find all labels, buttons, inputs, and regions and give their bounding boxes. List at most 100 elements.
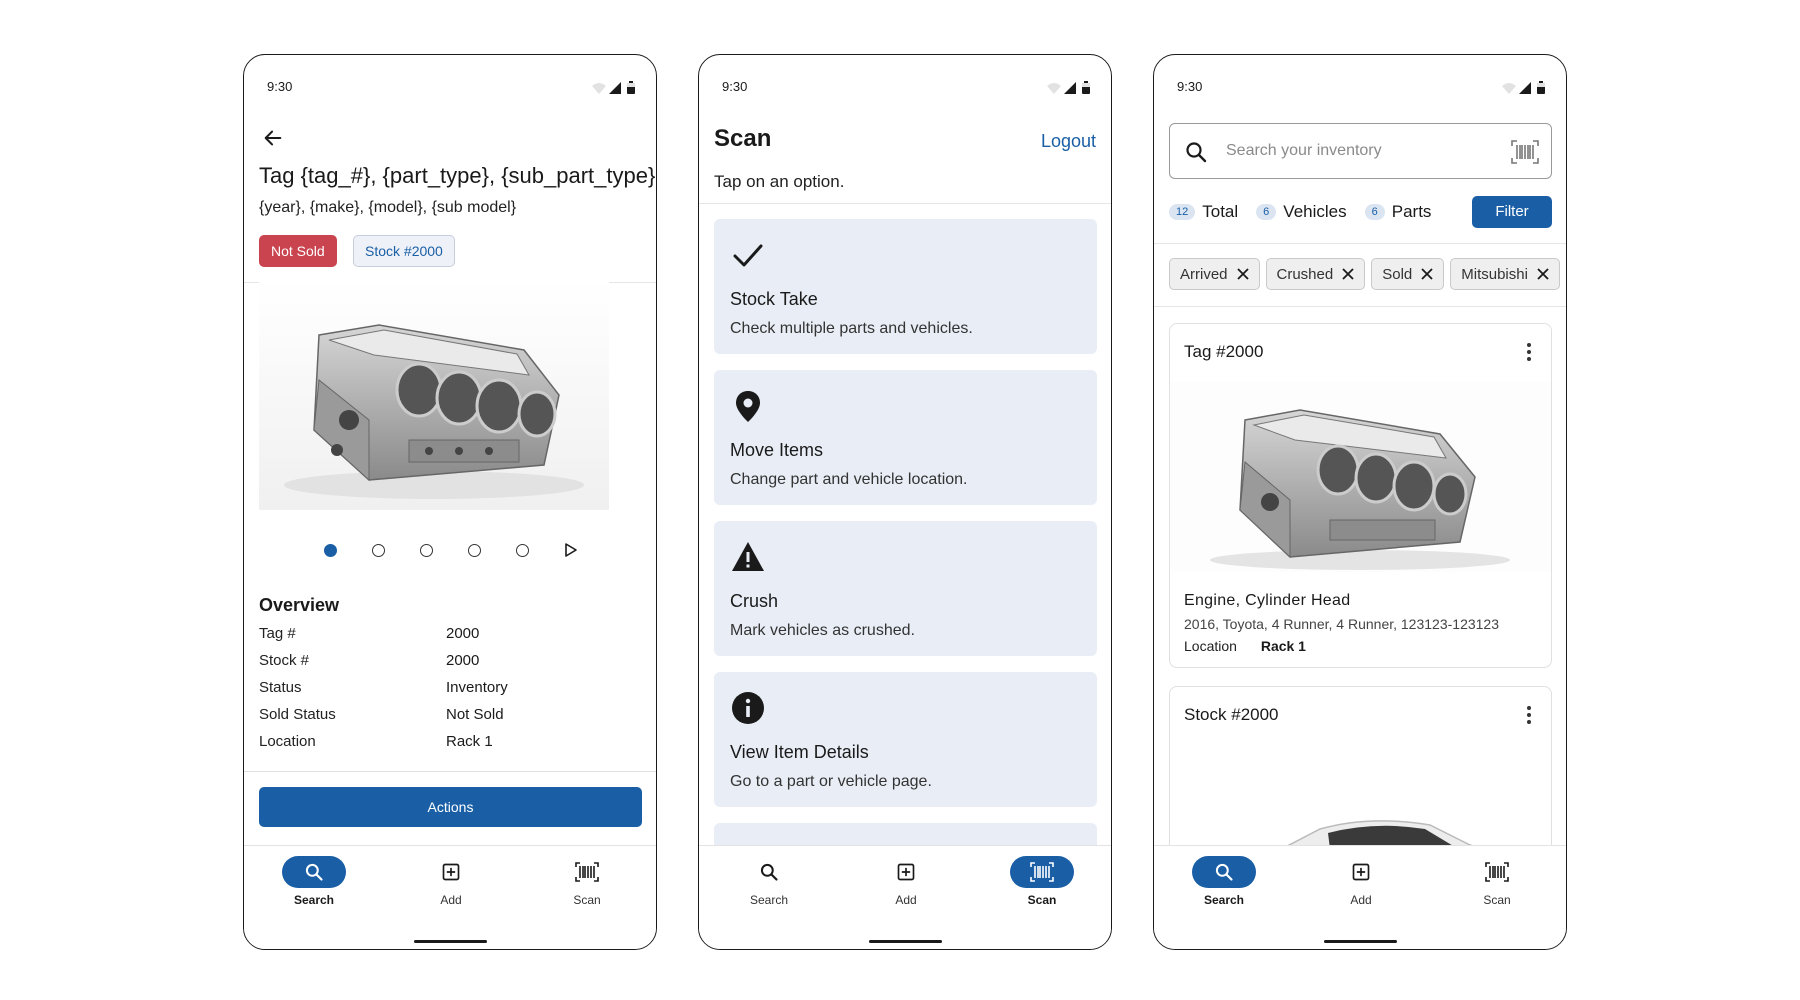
card-vehicle-meta: 2016, Toyota, 4 Runner, 4 Runner, 123123… bbox=[1184, 616, 1499, 632]
play-next-icon[interactable] bbox=[564, 543, 578, 557]
overview-key: Sold Status bbox=[259, 706, 336, 723]
more-vert-icon[interactable] bbox=[1517, 340, 1541, 364]
overview-value: Not Sold bbox=[446, 706, 504, 723]
more-vert-icon[interactable] bbox=[1517, 703, 1541, 727]
overview-row: Location Rack 1 bbox=[259, 733, 639, 757]
item-title: Tag {tag_#}, {part_type}, {sub_part_type… bbox=[259, 163, 656, 188]
stock-number-badge[interactable]: Stock #2000 bbox=[353, 235, 455, 267]
status-bar: 9:30 bbox=[244, 55, 656, 115]
nav-search[interactable]: Search bbox=[264, 856, 364, 916]
card-location: Location Rack 1 bbox=[1184, 638, 1306, 654]
status-time: 9:30 bbox=[722, 79, 748, 94]
nav-add[interactable]: Add bbox=[1311, 856, 1411, 916]
inventory-content: 9:30 12 Total 6 Vehicles 6 Parts bbox=[1154, 55, 1566, 845]
option-crush[interactable]: Crush Mark vehicles as crushed. bbox=[714, 521, 1097, 656]
close-icon[interactable] bbox=[1342, 268, 1354, 280]
nav-scan[interactable]: Scan bbox=[537, 856, 637, 916]
actions-bar: Actions bbox=[244, 771, 656, 845]
search-icon bbox=[1186, 142, 1207, 163]
back-button[interactable] bbox=[258, 123, 288, 153]
card-title: Tag #2000 bbox=[1184, 342, 1264, 361]
chip-label: Crushed bbox=[1276, 265, 1334, 283]
option-view-item-details[interactable]: View Item Details Go to a part or vehicl… bbox=[714, 672, 1097, 807]
count-label: Parts bbox=[1391, 202, 1432, 221]
scan-content: 9:30 Scan Logout Tap on an option. Stock… bbox=[699, 55, 1111, 845]
option-card-partial[interactable] bbox=[714, 823, 1097, 845]
option-title: Stock Take bbox=[730, 289, 818, 309]
nav-scan-pill bbox=[1010, 856, 1074, 888]
filter-chip[interactable]: Crushed bbox=[1265, 258, 1366, 290]
location-key: Location bbox=[1184, 638, 1237, 654]
chip-label: Sold bbox=[1382, 265, 1413, 283]
overview-value: Rack 1 bbox=[446, 733, 493, 750]
carousel-dot[interactable] bbox=[516, 543, 529, 557]
home-indicator bbox=[869, 940, 942, 943]
engine-block-image bbox=[259, 280, 609, 510]
nav-search[interactable]: Search bbox=[719, 856, 819, 916]
overview-key: Status bbox=[259, 679, 302, 696]
filter-chip[interactable]: Mitsubishi bbox=[1450, 258, 1560, 290]
filter-chip[interactable]: Sold bbox=[1371, 258, 1445, 290]
overview-key: Stock # bbox=[259, 652, 310, 669]
filter-chip[interactable]: Arrived bbox=[1169, 258, 1260, 290]
add-box-icon bbox=[897, 863, 915, 881]
option-title: Move Items bbox=[730, 440, 824, 460]
close-icon[interactable] bbox=[1236, 268, 1249, 280]
option-title: View Item Details bbox=[730, 742, 869, 762]
overview-key: Tag # bbox=[259, 625, 296, 642]
warning-icon bbox=[732, 542, 764, 571]
bottom-nav: Search Add Scan bbox=[1154, 845, 1566, 949]
status-bar: 9:30 bbox=[699, 55, 1111, 115]
wifi-signal-battery-icon bbox=[1047, 81, 1090, 94]
nav-search[interactable]: Search bbox=[1174, 856, 1274, 916]
check-icon bbox=[733, 244, 763, 267]
nav-scan-label: Scan bbox=[573, 893, 601, 907]
barcode-scan-icon[interactable] bbox=[1511, 140, 1539, 164]
nav-add[interactable]: Add bbox=[856, 856, 956, 916]
location-value: Rack 1 bbox=[1260, 638, 1306, 654]
wifi-signal-battery-icon bbox=[592, 81, 635, 94]
nav-search-pill bbox=[1192, 856, 1256, 888]
result-card[interactable]: Tag #2000 Engine, Cylinder Head 2016, To… bbox=[1169, 323, 1552, 668]
car-image bbox=[1170, 745, 1551, 845]
carousel-dot[interactable] bbox=[420, 543, 433, 557]
search-input[interactable] bbox=[1226, 124, 1496, 177]
actions-button[interactable]: Actions bbox=[259, 787, 642, 827]
wifi-signal-battery-icon bbox=[1502, 81, 1545, 94]
barcode-scan-icon bbox=[1030, 862, 1054, 882]
search-field[interactable] bbox=[1169, 123, 1552, 179]
option-description: Change part and vehicle location. bbox=[730, 471, 968, 488]
option-stock-take[interactable]: Stock Take Check multiple parts and vehi… bbox=[714, 219, 1097, 354]
close-icon[interactable] bbox=[1421, 268, 1433, 280]
close-icon[interactable] bbox=[1537, 268, 1549, 280]
home-indicator bbox=[414, 940, 487, 943]
nav-add[interactable]: Add bbox=[401, 856, 501, 916]
carousel-dot[interactable] bbox=[324, 543, 337, 557]
inventory-counts: 12 Total 6 Vehicles 6 Parts bbox=[1169, 200, 1449, 224]
carousel-dot[interactable] bbox=[468, 543, 481, 557]
nav-scan[interactable]: Scan bbox=[1447, 856, 1547, 916]
option-title: Crush bbox=[730, 591, 779, 611]
option-description: Go to a part or vehicle page. bbox=[730, 773, 932, 790]
status-icons bbox=[1045, 81, 1099, 95]
overview-value: Inventory bbox=[446, 679, 508, 696]
nav-search-label: Search bbox=[293, 893, 335, 907]
option-move-items[interactable]: Move Items Change part and vehicle locat… bbox=[714, 370, 1097, 505]
overview-heading: Overview bbox=[259, 595, 340, 615]
divider bbox=[699, 203, 1111, 204]
nav-scan[interactable]: Scan bbox=[992, 856, 1092, 916]
overview-row: Sold Status Not Sold bbox=[259, 706, 639, 730]
overview-value: 2000 bbox=[446, 652, 480, 669]
status-time: 9:30 bbox=[267, 79, 293, 94]
filter-button[interactable]: Filter bbox=[1472, 196, 1552, 228]
logout-link[interactable]: Logout bbox=[1041, 131, 1096, 152]
barcode-scan-icon bbox=[575, 862, 599, 882]
page-subtitle: Tap on an option. bbox=[714, 172, 845, 191]
overview-value: 2000 bbox=[446, 625, 480, 642]
nav-search-pill bbox=[737, 856, 801, 888]
carousel-dot[interactable] bbox=[372, 543, 385, 557]
overview-key: Location bbox=[259, 733, 316, 750]
item-subtitle: {year}, {make}, {model}, {sub model} bbox=[259, 199, 517, 216]
nav-scan-label: Scan bbox=[1027, 893, 1057, 907]
result-card[interactable]: Stock #2000 bbox=[1169, 686, 1552, 845]
